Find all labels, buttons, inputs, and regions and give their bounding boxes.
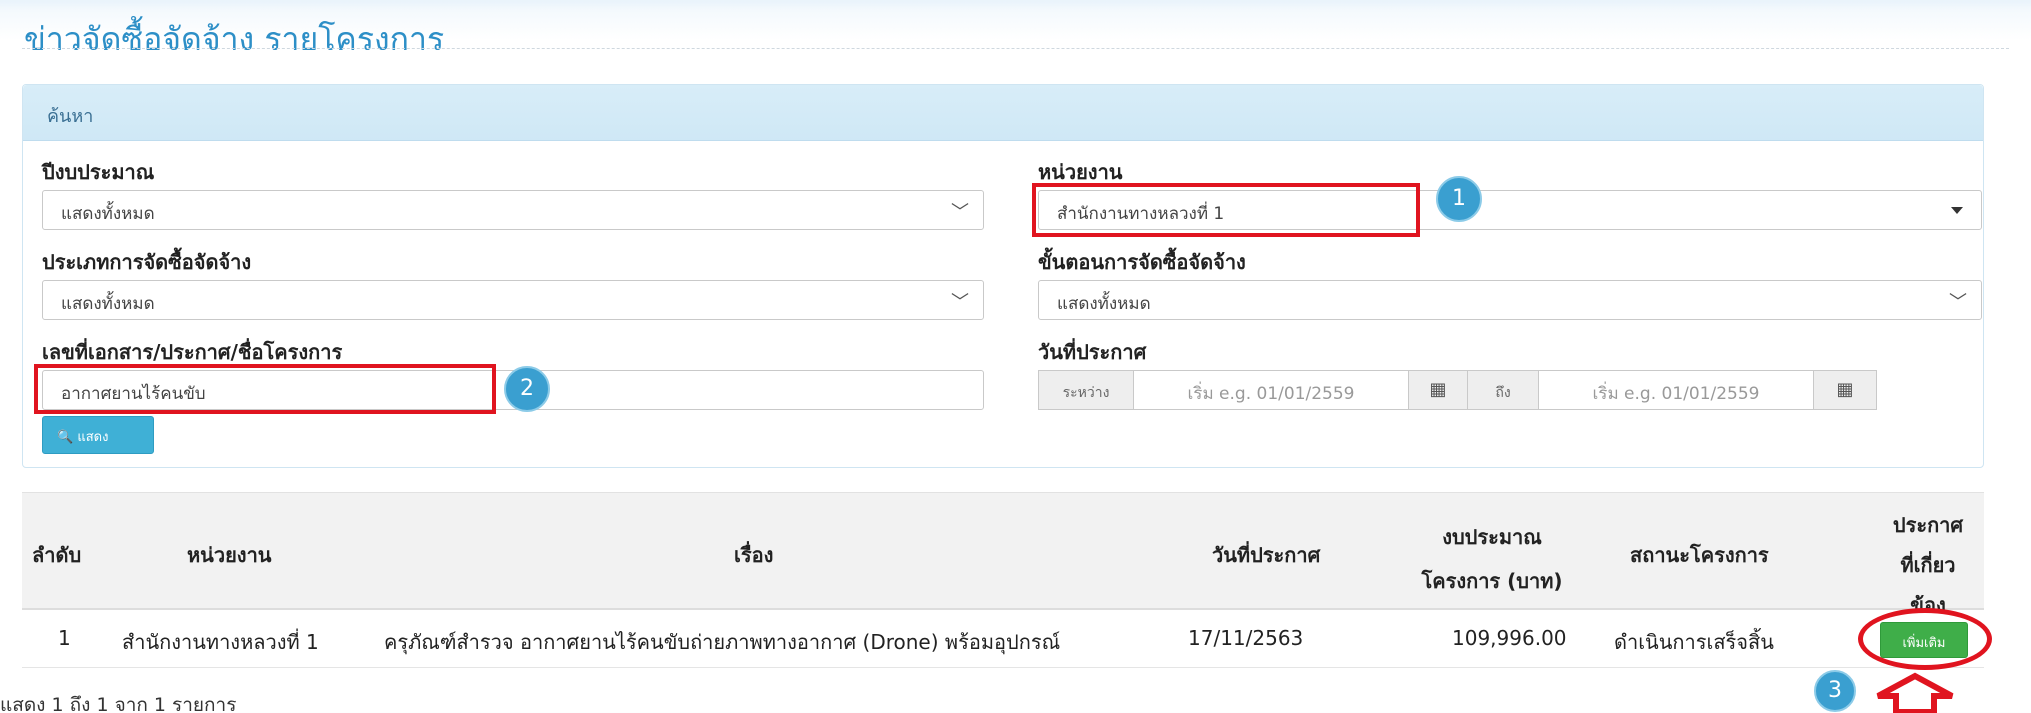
- title-divider: [22, 48, 2009, 49]
- procurement-type-value: แสดงทั้งหมด: [61, 294, 155, 314]
- cell-agency: สำนักงานทางหลวงที่ 1: [122, 630, 319, 654]
- fiscal-year-label: ปีงบประมาณ: [42, 160, 155, 184]
- procurement-step-label: ขั้นตอนการจัดซื้อจัดจ้าง: [1038, 250, 1246, 274]
- cell-budget: 109,996.00: [1452, 626, 1567, 650]
- th-budget-line2: โครงการ (บาท): [1421, 569, 1563, 593]
- annotation-badge-2: 2: [504, 366, 550, 412]
- th-announce-date: วันที่ประกาศ: [1212, 543, 1321, 567]
- procurement-type-select[interactable]: แสดงทั้งหมด ﹀: [42, 280, 984, 320]
- date-start-calendar-button[interactable]: ▦: [1408, 370, 1468, 410]
- show-button[interactable]: 🔍 แสดง: [42, 416, 154, 454]
- procurement-step-value: แสดงทั้งหมด: [1057, 294, 1151, 314]
- results-table-header: ลำดับ หน่วยงาน เรื่อง วันที่ประกาศ งบประ…: [22, 492, 1984, 617]
- th-no: ลำดับ: [32, 543, 82, 567]
- page-title: ข่าวจัดซื้อจัดจ้าง รายโครงการ: [24, 20, 445, 58]
- procurement-step-select[interactable]: แสดงทั้งหมด ﹀: [1038, 280, 1982, 320]
- date-start-input[interactable]: เริ่ม e.g. 01/01/2559: [1133, 370, 1409, 410]
- up-arrow-icon: [1876, 672, 1954, 713]
- date-between-addon: ระหว่าง: [1038, 370, 1134, 410]
- th-subject: เรื่อง: [734, 543, 774, 567]
- chevron-down-icon: ﹀: [1949, 292, 1967, 313]
- calendar-icon: ▦: [1429, 379, 1447, 400]
- date-to-addon: ถึง: [1467, 370, 1539, 410]
- fiscal-year-select[interactable]: แสดงทั้งหมด ﹀: [42, 190, 984, 230]
- th-budget-line1: งบประมาณ: [1442, 525, 1542, 549]
- announce-date-label: วันที่ประกาศ: [1038, 340, 1147, 364]
- cell-announce-date: 17/11/2563: [1188, 626, 1304, 650]
- annotation-badge-1: 1: [1436, 176, 1482, 222]
- cell-no: 1: [58, 626, 71, 650]
- caret-down-icon: [1951, 207, 1963, 214]
- highlight-box-doc-search: [34, 364, 496, 414]
- annotation-badge-3: 3: [1814, 670, 1856, 712]
- date-end-calendar-button[interactable]: ▦: [1813, 370, 1877, 410]
- procurement-type-label: ประเภทการจัดซื้อจัดจ้าง: [42, 250, 252, 274]
- search-panel-heading: ค้นหา: [23, 85, 1983, 141]
- highlight-oval-more-button: [1858, 608, 1992, 670]
- highlight-box-agency: [1032, 183, 1420, 237]
- cell-subject: ครุภัณฑ์สำรวจ อากาศยานไร้คนขับถ่ายภาพทาง…: [384, 630, 1061, 654]
- search-icon: 🔍: [57, 430, 74, 445]
- show-button-label: แสดง: [77, 430, 109, 445]
- th-agency: หน่วยงาน: [187, 543, 272, 567]
- th-budget: งบประมาณ โครงการ (บาท): [1402, 521, 1582, 597]
- fiscal-year-value: แสดงทั้งหมด: [61, 204, 155, 224]
- cell-status: ดำเนินการเสร็จสิ้น: [1614, 630, 1774, 654]
- table-row: 1 สำนักงานทางหลวงที่ 1 ครุภัณฑ์สำรวจ อาก…: [22, 612, 1984, 668]
- results-summary: แสดง 1 ถึง 1 จาก 1 รายการ: [0, 694, 237, 713]
- chevron-down-icon: ﹀: [951, 292, 969, 313]
- th-related-line1: ประกาศ: [1892, 513, 1964, 537]
- calendar-icon: ▦: [1836, 379, 1854, 400]
- chevron-down-icon: ﹀: [951, 202, 969, 223]
- th-status: สถานะโครงการ: [1630, 543, 1769, 567]
- th-related-line2: ที่เกี่ยว: [1900, 553, 1956, 577]
- th-related: ประกาศ ที่เกี่ยว ข้อง: [1882, 509, 1974, 621]
- date-end-input[interactable]: เริ่ม e.g. 01/01/2559: [1538, 370, 1814, 410]
